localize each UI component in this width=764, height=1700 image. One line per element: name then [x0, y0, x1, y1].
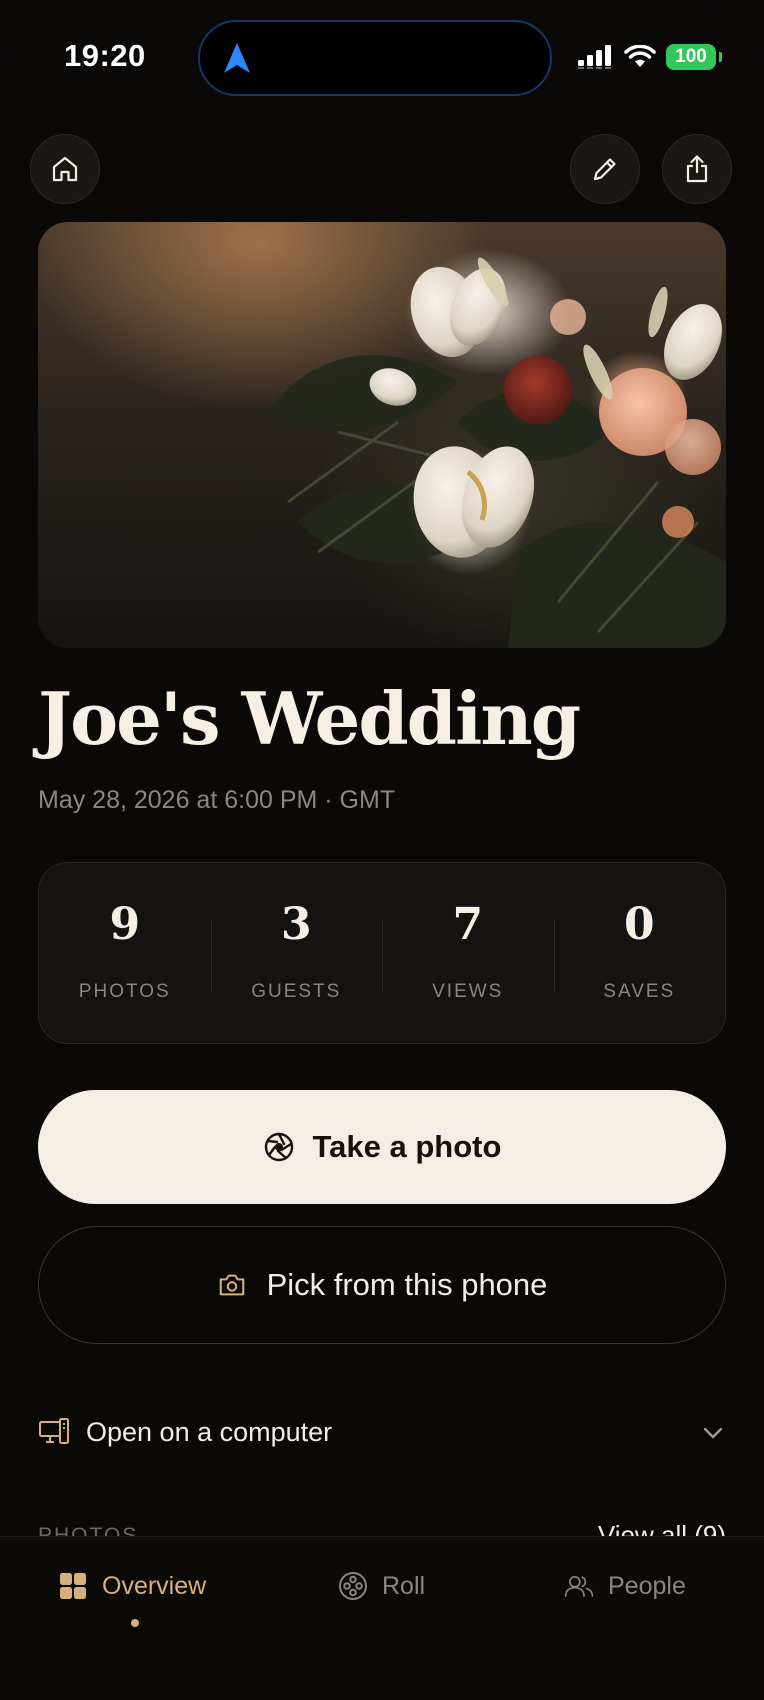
- stat-views: 7 VIEWS: [382, 863, 554, 1043]
- tab-people[interactable]: People: [564, 1571, 686, 1601]
- stat-label: SAVES: [603, 981, 676, 1002]
- event-title: Joe's Wedding: [38, 676, 581, 761]
- wifi-icon: [624, 45, 656, 67]
- pick-from-phone-button[interactable]: Pick from this phone: [38, 1226, 726, 1344]
- stat-saves: 0 SAVES: [553, 863, 726, 1043]
- open-on-computer-row[interactable]: Open on a computer: [38, 1406, 726, 1458]
- take-photo-label: Take a photo: [312, 1129, 502, 1164]
- edit-button[interactable]: [570, 134, 640, 204]
- app-screen: 19:20 100 Joe's Wedding May 28, 2026 at …: [0, 0, 764, 1700]
- battery-level: 100: [675, 46, 707, 67]
- tab-label: Overview: [102, 1571, 207, 1600]
- stats-card: 9 PHOTOS 3 GUESTS 7 VIEWS 0 SAVES: [38, 862, 726, 1044]
- pick-from-phone-label: Pick from this phone: [266, 1267, 548, 1302]
- status-bar: 19:20 100: [0, 0, 764, 110]
- home-button[interactable]: [30, 134, 100, 204]
- camera-icon: [219, 1274, 244, 1296]
- stat-value: 0: [623, 899, 655, 950]
- tab-roll[interactable]: Roll: [338, 1571, 425, 1601]
- tab-label: People: [608, 1571, 686, 1600]
- active-tab-indicator: [131, 1619, 139, 1627]
- home-icon: [52, 156, 78, 182]
- bouquet-illustration: [268, 257, 726, 648]
- stat-label: PHOTOS: [78, 981, 171, 1002]
- chevron-down-icon: [703, 1427, 723, 1439]
- status-icons: 100: [578, 44, 722, 70]
- share-button[interactable]: [662, 134, 732, 204]
- people-icon: [564, 1576, 594, 1597]
- tab-label: Roll: [382, 1571, 426, 1600]
- dynamic-island: [198, 20, 552, 96]
- stat-photos: 9 PHOTOS: [39, 863, 211, 1043]
- battery-icon: 100: [666, 44, 722, 70]
- event-date: May 28, 2026 at 6:00 PM · GMT: [38, 786, 396, 814]
- pencil-icon: [593, 158, 616, 181]
- status-time: 19:20: [64, 38, 146, 73]
- stat-value: 9: [109, 899, 141, 950]
- stat-value: 3: [280, 899, 312, 950]
- tab-overview[interactable]: Overview: [58, 1571, 206, 1601]
- computer-icon: [39, 1418, 69, 1444]
- stat-value: 7: [452, 899, 484, 950]
- bottom-tab-bar: Overview Roll People: [0, 1536, 764, 1700]
- grid-icon: [60, 1573, 86, 1599]
- share-icon: [686, 155, 708, 183]
- cellular-signal-icon: [578, 45, 611, 69]
- stat-label: GUESTS: [251, 981, 342, 1002]
- stat-guests: 3 GUESTS: [210, 863, 383, 1043]
- stat-label: VIEWS: [432, 981, 504, 1002]
- take-photo-button[interactable]: Take a photo: [38, 1090, 726, 1204]
- camera-aperture-icon: [264, 1132, 293, 1162]
- open-on-computer-label: Open on a computer: [86, 1416, 333, 1447]
- event-cover-image: [38, 222, 726, 648]
- film-reel-icon: [339, 1572, 367, 1600]
- location-arrow-icon: [224, 43, 250, 73]
